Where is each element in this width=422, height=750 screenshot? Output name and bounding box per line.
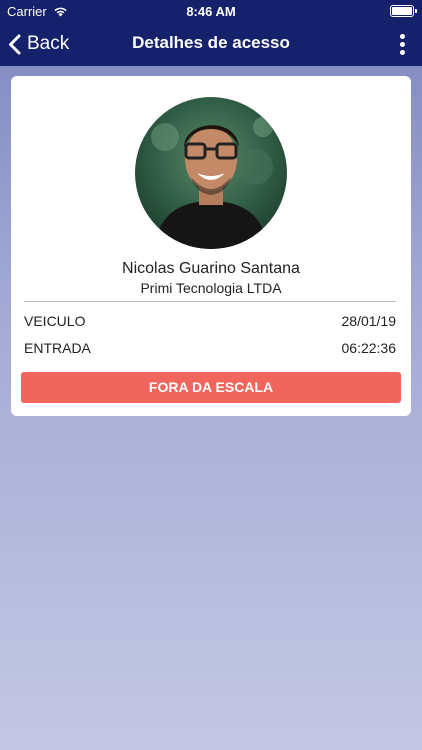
more-dots-icon xyxy=(399,33,405,39)
detail-value: 06:22:36 xyxy=(341,340,397,356)
status-time: 8:46 AM xyxy=(186,4,236,19)
detail-row-veiculo: VEICULO 28/01/19 xyxy=(24,313,396,333)
detail-label: ENTRADA xyxy=(24,340,91,356)
avatar xyxy=(135,97,287,249)
detail-value: 28/01/19 xyxy=(341,313,397,329)
access-detail-card: Nicolas Guarino Santana Primi Tecnologia… xyxy=(11,76,411,416)
detail-row-entrada: ENTRADA 06:22:36 xyxy=(24,340,396,360)
navigation-bar: Back Detalhes de acesso xyxy=(0,22,422,66)
battery-icon xyxy=(390,5,417,17)
more-options-button[interactable] xyxy=(396,30,408,58)
person-name: Nicolas Guarino Santana xyxy=(122,260,300,277)
status-bar: Carrier 8:46 AM xyxy=(0,0,422,22)
status-button[interactable]: FORA DA ESCALA xyxy=(21,372,401,403)
profile-photo xyxy=(135,97,287,249)
divider xyxy=(24,301,396,302)
more-dot xyxy=(399,49,405,55)
app-header: Carrier 8:46 AM Back Detalhes de acesso xyxy=(0,0,422,66)
more-dot xyxy=(399,41,405,47)
page-title: Detalhes de acesso xyxy=(132,33,290,52)
detail-label: VEICULO xyxy=(24,313,86,329)
company-name: Primi Tecnologia LTDA xyxy=(140,280,282,296)
